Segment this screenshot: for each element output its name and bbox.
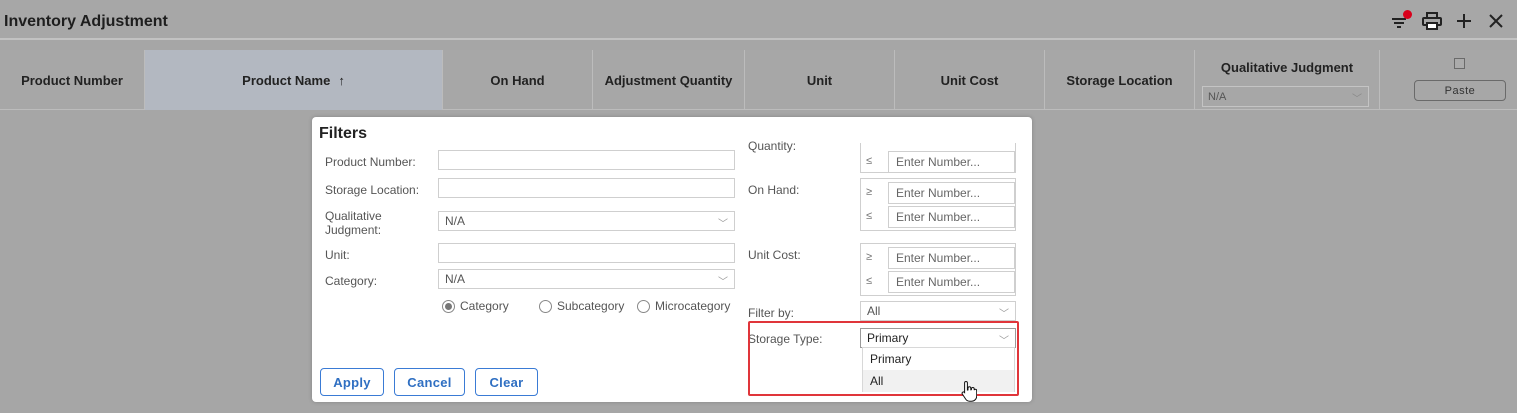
product-number-input[interactable]: [438, 150, 735, 170]
apply-button[interactable]: Apply: [320, 368, 384, 396]
qualitative-judgment-column-filter[interactable]: N/A ﹀: [1202, 86, 1369, 107]
cancel-button[interactable]: Cancel: [394, 368, 465, 396]
radio-dot: [539, 299, 552, 313]
chevron-down-icon: ﹀: [999, 309, 1009, 320]
column-header-unit-cost[interactable]: Unit Cost: [895, 50, 1045, 110]
sort-ascending-icon: ↑: [338, 72, 345, 88]
on-hand-range: ≥ Enter Number... ≤ Enter Number...: [860, 178, 1016, 231]
window-title: Inventory Adjustment: [4, 13, 168, 30]
radio-dot: [637, 299, 650, 313]
filter-by-label: Filter by:: [748, 306, 795, 320]
column-header-storage-location[interactable]: Storage Location: [1045, 50, 1195, 110]
storage-location-label: Storage Location:: [325, 183, 420, 197]
unit-cost-label: Unit Cost:: [748, 248, 801, 262]
on-hand-min-input[interactable]: Enter Number...: [888, 182, 1015, 204]
category-select[interactable]: N/A ﹀: [438, 269, 735, 289]
column-header-qualitative-judgment: Qualitative Judgment N/A ﹀: [1195, 50, 1380, 110]
on-hand-max-row: ≤ Enter Number...: [861, 205, 1015, 228]
unit-cost-min-input[interactable]: Enter Number...: [888, 247, 1015, 269]
filter-active-indicator: [1403, 10, 1412, 19]
radio-microcategory[interactable]: Microcategory: [637, 299, 730, 313]
on-hand-label: On Hand:: [748, 183, 800, 197]
quantity-max-row: ≤ Enter Number...: [861, 150, 1015, 173]
filter-icon[interactable]: [1389, 10, 1412, 32]
radio-subcategory[interactable]: Subcategory: [539, 299, 624, 313]
qualitative-judgment-label: Qualitative Judgment:: [325, 209, 382, 237]
select-all-checkbox[interactable]: [1454, 58, 1465, 69]
chevron-down-icon: ﹀: [718, 219, 728, 230]
filters-title: Filters: [319, 125, 368, 142]
radio-category[interactable]: Category: [442, 299, 509, 313]
unit-cost-max-row: ≤ Enter Number...: [861, 270, 1015, 293]
filter-by-select[interactable]: All ﹀: [860, 301, 1016, 321]
qualitative-judgment-select[interactable]: N/A ﹀: [438, 211, 735, 231]
title-bar-actions: [1389, 8, 1507, 34]
unit-label: Unit:: [325, 248, 350, 262]
add-icon[interactable]: [1453, 10, 1475, 32]
chevron-down-icon: ﹀: [718, 277, 728, 288]
quantity-max-input[interactable]: Enter Number...: [888, 151, 1015, 173]
on-hand-min-row: ≥ Enter Number...: [861, 181, 1015, 204]
product-number-label: Product Number:: [325, 155, 416, 169]
close-icon[interactable]: [1485, 10, 1507, 32]
table-header: Product Number Product Name ↑ On Hand Ad…: [0, 50, 1517, 110]
radio-dot: [442, 299, 455, 313]
clear-button[interactable]: Clear: [475, 368, 538, 396]
column-header-product-name[interactable]: Product Name ↑: [145, 50, 443, 110]
unit-cost-max-input[interactable]: Enter Number...: [888, 271, 1015, 293]
unit-input[interactable]: [438, 243, 735, 263]
title-bar: Inventory Adjustment: [0, 0, 1517, 40]
column-header-on-hand[interactable]: On Hand: [443, 50, 593, 110]
storage-location-input[interactable]: [438, 178, 735, 198]
paste-button[interactable]: Paste: [1414, 80, 1506, 101]
chevron-down-icon: ﹀: [1352, 94, 1362, 105]
column-header-product-number[interactable]: Product Number: [0, 50, 145, 110]
column-header-adjustment-quantity[interactable]: Adjustment Quantity: [593, 50, 745, 110]
annotation-highlight-box: [748, 321, 1019, 396]
on-hand-max-input[interactable]: Enter Number...: [888, 206, 1015, 228]
column-header-unit[interactable]: Unit: [745, 50, 895, 110]
unit-cost-range: ≥ Enter Number... ≤ Enter Number...: [860, 243, 1016, 296]
print-icon[interactable]: [1421, 10, 1443, 32]
category-label: Category:: [325, 274, 378, 288]
unit-cost-min-row: ≥ Enter Number...: [861, 246, 1015, 269]
hand-pointer-cursor-icon: [961, 380, 978, 407]
quantity-range: ≤ Enter Number...: [860, 143, 1016, 173]
quantity-label: Quantity:: [748, 139, 797, 153]
